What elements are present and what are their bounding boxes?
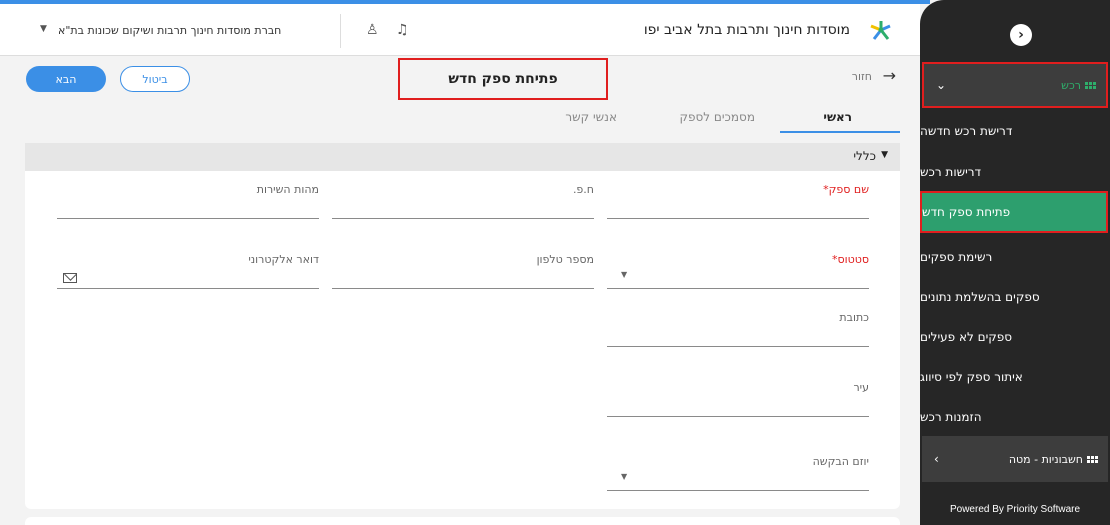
tab-supplier-documents[interactable]: מסמכים לספק (679, 110, 755, 124)
sidebar-item-label: דרישות רכש (920, 165, 982, 179)
chevron-down-icon: ▼ (881, 150, 888, 160)
supplier-name-label: שם ספק (828, 183, 869, 196)
sidebar-group-purchasing[interactable]: ⌄ רכש (922, 62, 1108, 108)
app-title: מוסדות חינוך ותרבות בתל אביב יפו (643, 22, 850, 38)
sidebar-item-find-supplier-by-category[interactable]: איתור ספק לפי סיווג (920, 358, 1110, 396)
sidebar-group-invoices-hq[interactable]: ‹ חשבוניות - מטה (922, 436, 1108, 482)
next-section-panel (25, 517, 900, 525)
chevron-down-icon: ⌄ (936, 78, 947, 92)
status-underline (607, 288, 869, 289)
address-label: כתובת (839, 311, 869, 324)
section-header-general[interactable]: כללי ▼ (25, 143, 900, 171)
email-underline (57, 288, 319, 289)
collapse-sidebar-icon[interactable]: › (1010, 24, 1032, 46)
city-underline (607, 416, 869, 417)
service-nature-underline (57, 218, 319, 219)
back-label[interactable]: חזור (852, 70, 872, 83)
active-tab-indicator (780, 131, 900, 133)
address-underline (607, 346, 869, 347)
phone-underline (332, 288, 594, 289)
supplier-name-field[interactable]: שם ספק* (607, 171, 869, 219)
email-field[interactable]: דואר אלקטרוני (57, 241, 319, 289)
sidebar-item-label: איתור ספק לפי סיווג (920, 370, 1023, 384)
service-nature-label: מהות השירות (256, 183, 319, 196)
company-id-field[interactable]: ח.פ. (332, 171, 594, 219)
page-title: פתיחת ספק חדש (398, 58, 608, 100)
sidebar-item-label: ספקים בהשלמת נתונים (920, 290, 1040, 304)
notification-bell-icon[interactable]: ♫ (396, 22, 409, 38)
dropdown-caret-icon[interactable]: ▼ (621, 270, 627, 279)
company-selector[interactable]: חברת מוסדות חינוך תרבות ושיקום שכונות בת… (58, 24, 281, 37)
sidebar-item-label: פתיחת ספק חדש (922, 205, 1011, 219)
sidebar-item-purchase-orders[interactable]: הזמנות רכש (920, 398, 1110, 436)
cancel-button[interactable]: ביטול (120, 66, 190, 92)
service-nature-field[interactable]: מהות השירות (57, 171, 319, 219)
app-logo-icon (870, 21, 891, 40)
chevron-down-icon[interactable]: ▼ (40, 24, 47, 34)
sidebar-item-suppliers-pending-data[interactable]: ספקים בהשלמת נתונים (920, 278, 1110, 316)
phone-label: מספר טלפון (536, 253, 594, 266)
tab-contacts[interactable]: אנשי קשר (565, 110, 617, 124)
sidebar-item-new-purchase-request[interactable]: דרישת רכש חדשה (920, 112, 1110, 150)
city-field[interactable]: עיר (607, 369, 869, 417)
dropdown-caret-icon[interactable]: ▼ (621, 472, 627, 481)
sidebar-item-label: ספקים לא פעילים (920, 330, 1013, 344)
sidebar-group-label: חשבוניות - מטה (1008, 452, 1083, 466)
header-separator (340, 14, 341, 48)
address-field[interactable]: כתובת (607, 299, 869, 347)
sidebar-group-label: רכש (1061, 78, 1081, 92)
general-section-panel: שם ספק* ח.פ. מהות השירות סטטוס* ▼ מספר ט… (25, 171, 900, 509)
initiator-underline (607, 490, 869, 491)
sidebar-item-supplier-list[interactable]: רשימת ספקים (920, 238, 1110, 276)
user-profile-icon[interactable]: ♙ (366, 22, 379, 38)
initiator-select[interactable]: יוזם הבקשה ▼ (607, 443, 869, 491)
city-label: עיר (853, 381, 869, 394)
sidebar-item-label: דרישת רכש חדשה (920, 124, 1013, 138)
status-label: סטטוס (837, 253, 869, 266)
phone-field[interactable]: מספר טלפון (332, 241, 594, 289)
form-title-bar: הבא ביטול פתיחת ספק חדש חזור → (18, 58, 918, 100)
company-id-label: ח.פ. (572, 183, 594, 196)
sidebar-item-open-new-supplier[interactable]: פתיחת ספק חדש (920, 191, 1108, 233)
apps-grid-icon (1085, 81, 1096, 89)
tab-main[interactable]: ראשי (823, 110, 852, 124)
section-title: כללי (853, 149, 876, 163)
sidebar-item-label: הזמנות רכש (920, 410, 982, 424)
initiator-label: יוזם הבקשה (812, 455, 869, 468)
sidebar-item-purchase-requests[interactable]: דרישות רכש (920, 153, 1110, 191)
chevron-left-icon: ‹ (934, 452, 939, 466)
sidebar-item-inactive-suppliers[interactable]: ספקים לא פעילים (920, 318, 1110, 356)
powered-by-label: Powered By Priority Software (949, 504, 1081, 515)
mail-icon (63, 273, 77, 283)
status-select[interactable]: סטטוס* ▼ (607, 241, 869, 289)
supplier-name-underline (607, 218, 869, 219)
app-header: מוסדות חינוך ותרבות בתל אביב יפו ♫ ♙ חבר… (0, 4, 920, 56)
sidebar-item-label: רשימת ספקים (920, 250, 993, 264)
next-button[interactable]: הבא (26, 66, 106, 92)
arrow-right-icon[interactable]: → (883, 66, 896, 85)
email-label: דואר אלקטרוני (248, 253, 319, 266)
company-id-underline (332, 218, 594, 219)
sidebar: › ⌄ רכש דרישת רכש חדשה דרישות רכש פתיחת … (920, 0, 1110, 525)
apps-grid-icon (1087, 455, 1098, 463)
